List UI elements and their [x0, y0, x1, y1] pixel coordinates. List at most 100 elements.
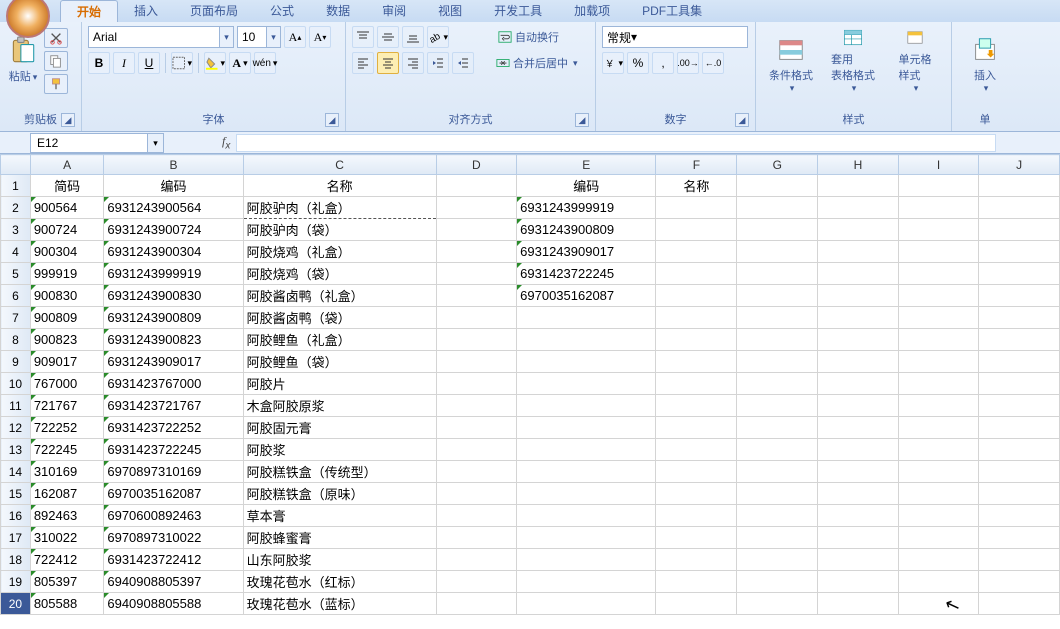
cell-D17[interactable] [436, 527, 517, 549]
cell-E6[interactable]: 6970035162087 [517, 285, 656, 307]
row-header-12[interactable]: 12 [1, 417, 31, 439]
cell-C17[interactable]: 阿胶蜂蜜膏 [243, 527, 436, 549]
cell-B16[interactable]: 6970600892463 [104, 505, 243, 527]
cell-I13[interactable] [898, 439, 979, 461]
font-color-button[interactable]: A [229, 52, 251, 74]
col-header-E[interactable]: E [517, 155, 656, 175]
tab-公式[interactable]: 公式 [254, 0, 310, 22]
cell-D3[interactable] [436, 219, 517, 241]
cell-D15[interactable] [436, 483, 517, 505]
cell-A4[interactable]: 900304 [30, 241, 104, 263]
align-left-button[interactable] [352, 52, 374, 74]
cell-G7[interactable] [737, 307, 818, 329]
cell-F19[interactable] [656, 571, 737, 593]
cell-F1[interactable]: 名称 [656, 175, 737, 197]
cell-E2[interactable]: 6931243999919 [517, 197, 656, 219]
cell-D10[interactable] [436, 373, 517, 395]
underline-button[interactable]: U [138, 52, 160, 74]
row-header-13[interactable]: 13 [1, 439, 31, 461]
row-header-5[interactable]: 5 [1, 263, 31, 285]
cell-E16[interactable] [517, 505, 656, 527]
cell-E7[interactable] [517, 307, 656, 329]
cell-G12[interactable] [737, 417, 818, 439]
cell-B13[interactable]: 6931423722245 [104, 439, 243, 461]
cell-B4[interactable]: 6931243900304 [104, 241, 243, 263]
cell-I9[interactable] [898, 351, 979, 373]
cell-F18[interactable] [656, 549, 737, 571]
cell-F10[interactable] [656, 373, 737, 395]
tab-加载项[interactable]: 加载项 [558, 0, 626, 22]
row-header-11[interactable]: 11 [1, 395, 31, 417]
cell-I5[interactable] [898, 263, 979, 285]
cell-H14[interactable] [818, 461, 899, 483]
cell-B5[interactable]: 6931243999919 [104, 263, 243, 285]
copy-button[interactable] [44, 51, 68, 71]
cell-B17[interactable]: 6970897310022 [104, 527, 243, 549]
fx-icon[interactable]: fx [222, 134, 230, 151]
bold-button[interactable]: B [88, 52, 110, 74]
cell-E12[interactable] [517, 417, 656, 439]
cell-G3[interactable] [737, 219, 818, 241]
cell-E20[interactable] [517, 593, 656, 615]
cell-I15[interactable] [898, 483, 979, 505]
tab-开发工具[interactable]: 开发工具 [478, 0, 558, 22]
cell-F12[interactable] [656, 417, 737, 439]
cell-F20[interactable] [656, 593, 737, 615]
cell-E1[interactable]: 编码 [517, 175, 656, 197]
cell-H10[interactable] [818, 373, 899, 395]
cell-C10[interactable]: 阿胶片 [243, 373, 436, 395]
percent-button[interactable]: % [627, 52, 649, 74]
cell-D12[interactable] [436, 417, 517, 439]
decrease-indent-button[interactable] [427, 52, 449, 74]
row-header-7[interactable]: 7 [1, 307, 31, 329]
tab-视图[interactable]: 视图 [422, 0, 478, 22]
cell-F8[interactable] [656, 329, 737, 351]
cell-B9[interactable]: 6931243909017 [104, 351, 243, 373]
cell-F9[interactable] [656, 351, 737, 373]
cell-B6[interactable]: 6931243900830 [104, 285, 243, 307]
cell-G16[interactable] [737, 505, 818, 527]
cell-F2[interactable] [656, 197, 737, 219]
cell-A13[interactable]: 722245 [30, 439, 104, 461]
cell-C18[interactable]: 山东阿胶浆 [243, 549, 436, 571]
cell-C14[interactable]: 阿胶糕铁盒（传统型） [243, 461, 436, 483]
cell-A18[interactable]: 722412 [30, 549, 104, 571]
row-header-15[interactable]: 15 [1, 483, 31, 505]
cell-C6[interactable]: 阿胶酱卤鸭（礼盒） [243, 285, 436, 307]
align-bottom-button[interactable] [402, 26, 424, 48]
cell-G8[interactable] [737, 329, 818, 351]
cell-B20[interactable]: 6940908805588 [104, 593, 243, 615]
row-header-10[interactable]: 10 [1, 373, 31, 395]
row-header-16[interactable]: 16 [1, 505, 31, 527]
cell-E15[interactable] [517, 483, 656, 505]
font-size-combo[interactable]: 10▾ [237, 26, 281, 48]
cell-G15[interactable] [737, 483, 818, 505]
cell-G18[interactable] [737, 549, 818, 571]
cell-E10[interactable] [517, 373, 656, 395]
orientation-button[interactable]: ab [427, 26, 449, 48]
cell-J2[interactable] [979, 197, 1060, 219]
cell-H17[interactable] [818, 527, 899, 549]
number-launcher[interactable]: ◢ [735, 113, 749, 127]
cell-G19[interactable] [737, 571, 818, 593]
cell-F14[interactable] [656, 461, 737, 483]
tab-PDF工具集[interactable]: PDF工具集 [626, 0, 718, 22]
grow-font-button[interactable]: A▴ [284, 26, 306, 48]
cell-A20[interactable]: 805588 [30, 593, 104, 615]
cell-D11[interactable] [436, 395, 517, 417]
cell-E19[interactable] [517, 571, 656, 593]
cell-D7[interactable] [436, 307, 517, 329]
cell-J1[interactable] [979, 175, 1060, 197]
cell-G1[interactable] [737, 175, 818, 197]
cell-E14[interactable] [517, 461, 656, 483]
cell-H7[interactable] [818, 307, 899, 329]
cell-B12[interactable]: 6931423722252 [104, 417, 243, 439]
cell-A15[interactable]: 162087 [30, 483, 104, 505]
cell-D9[interactable] [436, 351, 517, 373]
cell-I20[interactable] [898, 593, 979, 615]
cell-A1[interactable]: 简码 [30, 175, 104, 197]
row-header-18[interactable]: 18 [1, 549, 31, 571]
col-header-B[interactable]: B [104, 155, 243, 175]
cell-D16[interactable] [436, 505, 517, 527]
select-all-corner[interactable] [1, 155, 31, 175]
